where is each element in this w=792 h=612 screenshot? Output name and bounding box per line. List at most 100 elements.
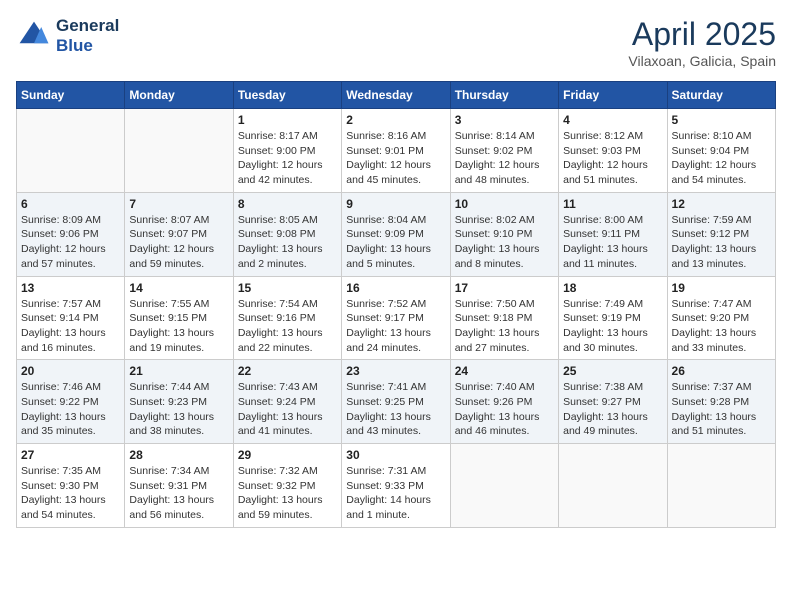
day-number: 3 xyxy=(455,113,554,127)
day-of-week-header: Friday xyxy=(559,82,667,109)
logo-icon xyxy=(16,18,52,54)
cell-content: Sunrise: 7:49 AM Sunset: 9:19 PM Dayligh… xyxy=(563,297,662,356)
day-number: 14 xyxy=(129,281,228,295)
cell-content: Sunrise: 7:35 AM Sunset: 9:30 PM Dayligh… xyxy=(21,464,120,523)
page-header: General Blue April 2025 Vilaxoan, Galici… xyxy=(16,16,776,69)
day-number: 4 xyxy=(563,113,662,127)
day-of-week-header: Monday xyxy=(125,82,233,109)
calendar-cell: 4 Sunrise: 8:12 AM Sunset: 9:03 PM Daylig… xyxy=(559,109,667,193)
title-block: April 2025 Vilaxoan, Galicia, Spain xyxy=(628,16,776,69)
calendar-cell: 19 Sunrise: 7:47 AM Sunset: 9:20 PM Dayli… xyxy=(667,276,775,360)
cell-content: Sunrise: 8:12 AM Sunset: 9:03 PM Dayligh… xyxy=(563,129,662,188)
calendar-cell xyxy=(559,444,667,528)
day-number: 30 xyxy=(346,448,445,462)
calendar-cell: 1 Sunrise: 8:17 AM Sunset: 9:00 PM Daylig… xyxy=(233,109,341,193)
cell-content: Sunrise: 7:34 AM Sunset: 9:31 PM Dayligh… xyxy=(129,464,228,523)
cell-content: Sunrise: 8:00 AM Sunset: 9:11 PM Dayligh… xyxy=(563,213,662,272)
calendar-cell: 25Sunrise: 7:38 AM Sunset: 9:27 PM Dayli… xyxy=(559,360,667,444)
calendar-cell: 3 Sunrise: 8:14 AM Sunset: 9:02 PM Daylig… xyxy=(450,109,558,193)
day-of-week-header: Wednesday xyxy=(342,82,450,109)
day-number: 28 xyxy=(129,448,228,462)
calendar-cell: 21 Sunrise: 7:44 AM Sunset: 9:23 PM Dayli… xyxy=(125,360,233,444)
calendar-cell: 2 Sunrise: 8:16 AM Sunset: 9:01 PM Daylig… xyxy=(342,109,450,193)
calendar-cell xyxy=(667,444,775,528)
day-number: 1 xyxy=(238,113,337,127)
calendar-cell: 12 Sunrise: 7:59 AM Sunset: 9:12 PM Dayli… xyxy=(667,192,775,276)
day-number: 27 xyxy=(21,448,120,462)
day-number: 19 xyxy=(672,281,771,295)
calendar-cell: 6 Sunrise: 8:09 AM Sunset: 9:06 PM Daylig… xyxy=(17,192,125,276)
calendar-cell: 10 Sunrise: 8:02 AM Sunset: 9:10 PM Dayli… xyxy=(450,192,558,276)
cell-content: Sunrise: 7:44 AM Sunset: 9:23 PM Dayligh… xyxy=(129,380,228,439)
calendar-cell xyxy=(450,444,558,528)
calendar-cell: 18Sunrise: 7:49 AM Sunset: 9:19 PM Dayli… xyxy=(559,276,667,360)
calendar-cell: 8 Sunrise: 8:05 AM Sunset: 9:08 PM Daylig… xyxy=(233,192,341,276)
calendar-table: SundayMondayTuesdayWednesdayThursdayFrid… xyxy=(16,81,776,528)
day-of-week-header: Saturday xyxy=(667,82,775,109)
day-number: 29 xyxy=(238,448,337,462)
cell-content: Sunrise: 8:10 AM Sunset: 9:04 PM Dayligh… xyxy=(672,129,771,188)
cell-content: Sunrise: 8:05 AM Sunset: 9:08 PM Dayligh… xyxy=(238,213,337,272)
calendar-cell: 28 Sunrise: 7:34 AM Sunset: 9:31 PM Dayli… xyxy=(125,444,233,528)
day-number: 10 xyxy=(455,197,554,211)
calendar-cell xyxy=(17,109,125,193)
day-number: 13 xyxy=(21,281,120,295)
cell-content: Sunrise: 7:54 AM Sunset: 9:16 PM Dayligh… xyxy=(238,297,337,356)
cell-content: Sunrise: 7:32 AM Sunset: 9:32 PM Dayligh… xyxy=(238,464,337,523)
month-title: April 2025 xyxy=(628,16,776,53)
cell-content: Sunrise: 7:40 AM Sunset: 9:26 PM Dayligh… xyxy=(455,380,554,439)
calendar-cell: 22Sunrise: 7:43 AM Sunset: 9:24 PM Dayli… xyxy=(233,360,341,444)
cell-content: Sunrise: 7:37 AM Sunset: 9:28 PM Dayligh… xyxy=(672,380,771,439)
day-of-week-header: Tuesday xyxy=(233,82,341,109)
day-of-week-header: Thursday xyxy=(450,82,558,109)
cell-content: Sunrise: 8:07 AM Sunset: 9:07 PM Dayligh… xyxy=(129,213,228,272)
day-number: 16 xyxy=(346,281,445,295)
cell-content: Sunrise: 7:31 AM Sunset: 9:33 PM Dayligh… xyxy=(346,464,445,523)
day-number: 23 xyxy=(346,364,445,378)
day-number: 12 xyxy=(672,197,771,211)
calendar-cell: 20 Sunrise: 7:46 AM Sunset: 9:22 PM Dayli… xyxy=(17,360,125,444)
cell-content: Sunrise: 7:59 AM Sunset: 9:12 PM Dayligh… xyxy=(672,213,771,272)
cell-content: Sunrise: 8:16 AM Sunset: 9:01 PM Dayligh… xyxy=(346,129,445,188)
cell-content: Sunrise: 7:47 AM Sunset: 9:20 PM Dayligh… xyxy=(672,297,771,356)
calendar-cell: 15 Sunrise: 7:54 AM Sunset: 9:16 PM Dayli… xyxy=(233,276,341,360)
calendar-cell: 9Sunrise: 8:04 AM Sunset: 9:09 PM Daylig… xyxy=(342,192,450,276)
cell-content: Sunrise: 7:46 AM Sunset: 9:22 PM Dayligh… xyxy=(21,380,120,439)
day-number: 8 xyxy=(238,197,337,211)
calendar-cell: 11 Sunrise: 8:00 AM Sunset: 9:11 PM Dayli… xyxy=(559,192,667,276)
day-number: 5 xyxy=(672,113,771,127)
day-number: 25 xyxy=(563,364,662,378)
day-number: 2 xyxy=(346,113,445,127)
cell-content: Sunrise: 8:02 AM Sunset: 9:10 PM Dayligh… xyxy=(455,213,554,272)
day-number: 21 xyxy=(129,364,228,378)
calendar-cell: 13 Sunrise: 7:57 AM Sunset: 9:14 PM Dayli… xyxy=(17,276,125,360)
calendar-cell: 16 Sunrise: 7:52 AM Sunset: 9:17 PM Dayli… xyxy=(342,276,450,360)
location-subtitle: Vilaxoan, Galicia, Spain xyxy=(628,53,776,69)
cell-content: Sunrise: 7:50 AM Sunset: 9:18 PM Dayligh… xyxy=(455,297,554,356)
calendar-cell: 30 Sunrise: 7:31 AM Sunset: 9:33 PM Dayli… xyxy=(342,444,450,528)
calendar-cell: 27 Sunrise: 7:35 AM Sunset: 9:30 PM Dayli… xyxy=(17,444,125,528)
day-number: 15 xyxy=(238,281,337,295)
logo: General Blue xyxy=(16,16,119,55)
day-number: 26 xyxy=(672,364,771,378)
cell-content: Sunrise: 7:57 AM Sunset: 9:14 PM Dayligh… xyxy=(21,297,120,356)
cell-content: Sunrise: 7:41 AM Sunset: 9:25 PM Dayligh… xyxy=(346,380,445,439)
calendar-cell xyxy=(125,109,233,193)
calendar-cell: 14 Sunrise: 7:55 AM Sunset: 9:15 PM Dayli… xyxy=(125,276,233,360)
cell-content: Sunrise: 7:52 AM Sunset: 9:17 PM Dayligh… xyxy=(346,297,445,356)
day-number: 20 xyxy=(21,364,120,378)
calendar-cell: 23 Sunrise: 7:41 AM Sunset: 9:25 PM Dayli… xyxy=(342,360,450,444)
cell-content: Sunrise: 8:09 AM Sunset: 9:06 PM Dayligh… xyxy=(21,213,120,272)
calendar-cell: 5 Sunrise: 8:10 AM Sunset: 9:04 PM Daylig… xyxy=(667,109,775,193)
calendar-cell: 7 Sunrise: 8:07 AM Sunset: 9:07 PM Daylig… xyxy=(125,192,233,276)
cell-content: Sunrise: 7:43 AM Sunset: 9:24 PM Dayligh… xyxy=(238,380,337,439)
cell-content: Sunrise: 7:55 AM Sunset: 9:15 PM Dayligh… xyxy=(129,297,228,356)
day-number: 6 xyxy=(21,197,120,211)
day-number: 11 xyxy=(563,197,662,211)
day-of-week-header: Sunday xyxy=(17,82,125,109)
cell-content: Sunrise: 8:17 AM Sunset: 9:00 PM Dayligh… xyxy=(238,129,337,188)
cell-content: Sunrise: 8:14 AM Sunset: 9:02 PM Dayligh… xyxy=(455,129,554,188)
calendar-cell: 17Sunrise: 7:50 AM Sunset: 9:18 PM Dayli… xyxy=(450,276,558,360)
day-number: 7 xyxy=(129,197,228,211)
logo-text: General Blue xyxy=(56,16,119,55)
